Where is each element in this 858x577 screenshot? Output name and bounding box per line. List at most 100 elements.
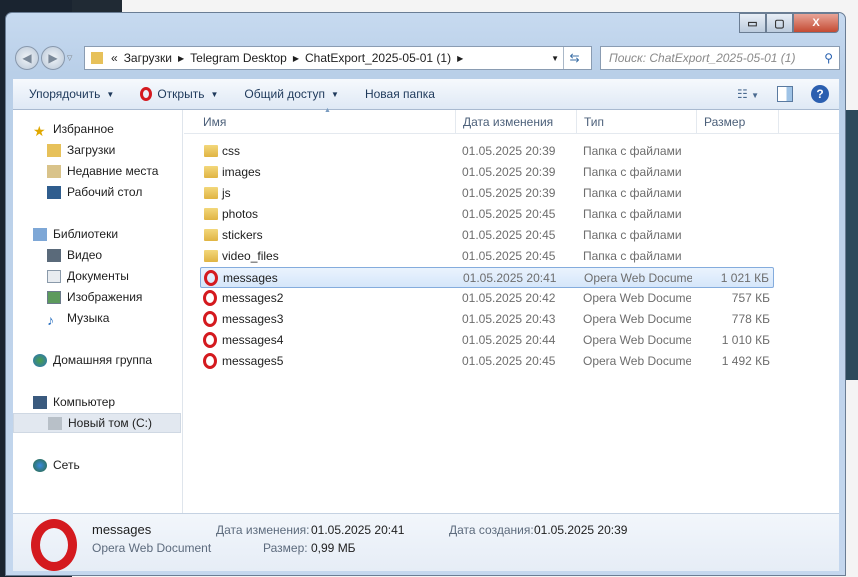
- view-options-icon[interactable]: ☷ ▼: [737, 87, 759, 101]
- new-folder-button[interactable]: Новая папка: [365, 87, 435, 101]
- nav-images[interactable]: Изображения: [13, 287, 181, 307]
- recent-places-icon: [47, 164, 61, 178]
- column-type[interactable]: Тип: [584, 115, 604, 129]
- search-placeholder: Поиск: ChatExport_2025-05-01 (1): [609, 51, 796, 65]
- share-button[interactable]: Общий доступ ▼: [244, 87, 339, 101]
- opera-icon: [31, 519, 77, 571]
- file-row[interactable]: video_files 01.05.2025 20:45 Папка с фай…: [200, 246, 774, 267]
- organize-button[interactable]: Упорядочить ▼: [29, 87, 114, 101]
- folder-icon: [204, 145, 218, 157]
- file-row[interactable]: images 01.05.2025 20:39 Папка с файлами: [200, 162, 774, 183]
- file-name: video_files: [222, 249, 279, 263]
- folder-icon: [204, 208, 218, 220]
- nav-network[interactable]: Сеть: [13, 455, 181, 475]
- minimize-button[interactable]: ▭: [739, 13, 766, 33]
- file-type: Папка с файлами: [583, 249, 682, 263]
- file-list: Имя ▲ Дата изменения Тип Размер css 01.0…: [184, 107, 839, 513]
- nav-label: Изображения: [67, 290, 143, 304]
- column-date[interactable]: Дата изменения: [463, 115, 553, 129]
- column-size[interactable]: Размер: [704, 115, 745, 129]
- explorer-window: ▭ ▢ X ◀ ▶ ▽ « Загрузки ▶ Telegram Desktop…: [5, 12, 846, 576]
- documents-icon: [47, 269, 61, 283]
- nav-libraries[interactable]: Библиотеки: [13, 224, 181, 244]
- open-button[interactable]: Открыть ▼: [140, 87, 218, 101]
- share-label: Общий доступ: [244, 87, 326, 101]
- file-size: 1 492 КБ: [721, 354, 770, 368]
- nav-drive-c[interactable]: Новый том (C:): [13, 413, 181, 433]
- file-row[interactable]: messages2 01.05.2025 20:42 Opera Web Doc…: [200, 288, 774, 309]
- search-icon[interactable]: ⚲: [824, 51, 833, 65]
- forward-button[interactable]: ▶: [41, 46, 65, 70]
- breadcrumb-telegram[interactable]: Telegram Desktop: [190, 51, 287, 65]
- nav-favorites[interactable]: ★ Избранное: [13, 119, 181, 139]
- details-size: 0,99 МБ: [311, 541, 356, 555]
- file-row[interactable]: photos 01.05.2025 20:45 Папка с файлами: [200, 204, 774, 225]
- file-row[interactable]: messages3 01.05.2025 20:43 Opera Web Doc…: [200, 309, 774, 330]
- breadcrumb-chatexport[interactable]: ChatExport_2025-05-01 (1): [305, 51, 451, 65]
- file-size: 1 021 КБ: [720, 271, 769, 285]
- file-type: Папка с файлами: [583, 186, 682, 200]
- file-size: 778 КБ: [731, 312, 770, 326]
- file-row[interactable]: css 01.05.2025 20:39 Папка с файлами: [200, 141, 774, 162]
- file-size: 1 010 КБ: [721, 333, 770, 347]
- nav-homegroup[interactable]: Домашняя группа: [13, 350, 181, 370]
- nav-video[interactable]: Видео: [13, 245, 181, 265]
- maximize-button[interactable]: ▢: [766, 13, 793, 33]
- homegroup-icon: [33, 353, 47, 367]
- opera-icon: [204, 270, 218, 286]
- opera-icon: [203, 290, 217, 306]
- nav-label: Новый том (C:): [68, 416, 152, 430]
- chevron-right-icon[interactable]: ▶: [178, 54, 184, 63]
- nav-computer[interactable]: Компьютер: [13, 392, 181, 412]
- details-modified: 01.05.2025 20:41: [311, 523, 405, 537]
- downloads-folder-icon: [47, 143, 61, 157]
- file-name: photos: [222, 207, 259, 221]
- folder-icon: [204, 250, 218, 262]
- nav-music[interactable]: ♪ Музыка: [13, 308, 181, 328]
- file-date: 01.05.2025 20:39: [462, 186, 556, 200]
- file-date: 01.05.2025 20:45: [462, 207, 556, 221]
- file-type: Opera Web Document: [583, 291, 691, 305]
- search-input[interactable]: Поиск: ChatExport_2025-05-01 (1) ⚲: [600, 46, 840, 70]
- file-name: messages5: [222, 354, 284, 368]
- folder-icon: [204, 187, 218, 199]
- details-created-label: Дата создания:: [449, 523, 534, 537]
- history-dropdown-icon[interactable]: ▽: [67, 54, 72, 62]
- file-name: messages2: [222, 291, 284, 305]
- file-name: stickers: [222, 228, 263, 242]
- address-overflow[interactable]: «: [111, 51, 118, 65]
- back-button[interactable]: ◀: [15, 46, 39, 70]
- file-date: 01.05.2025 20:45: [462, 228, 556, 242]
- nav-recent[interactable]: Недавние места: [13, 161, 181, 181]
- file-date: 01.05.2025 20:39: [462, 165, 556, 179]
- preview-pane-icon[interactable]: [777, 86, 793, 102]
- file-row[interactable]: messages4 01.05.2025 20:44 Opera Web Doc…: [200, 330, 774, 351]
- address-bar[interactable]: « Загрузки ▶ Telegram Desktop ▶ ChatExport…: [84, 46, 592, 70]
- file-type: Папка с файлами: [583, 228, 682, 242]
- file-row[interactable]: messages 01.05.2025 20:41 Opera Web Docu…: [200, 267, 774, 288]
- nav-downloads[interactable]: Загрузки: [13, 140, 181, 160]
- details-file-type: Opera Web Document: [92, 541, 212, 555]
- star-icon: ★: [33, 122, 46, 139]
- close-button[interactable]: X: [793, 13, 839, 33]
- navigation-pane: ★ Избранное Загрузки Недавние места Рабоч…: [13, 110, 183, 513]
- column-headers: Имя ▲ Дата изменения Тип Размер: [184, 107, 839, 134]
- file-row[interactable]: js 01.05.2025 20:39 Папка с файлами: [200, 183, 774, 204]
- file-date: 01.05.2025 20:39: [462, 144, 556, 158]
- chevron-right-icon[interactable]: ▶: [457, 54, 463, 63]
- nav-desktop[interactable]: Рабочий стол: [13, 182, 181, 202]
- chevron-right-icon[interactable]: ▶: [293, 54, 299, 63]
- file-type: Папка с файлами: [583, 165, 682, 179]
- breadcrumb-downloads[interactable]: Загрузки: [124, 51, 172, 65]
- file-row[interactable]: messages5 01.05.2025 20:45 Opera Web Doc…: [200, 351, 774, 372]
- folder-icon: [204, 229, 218, 241]
- address-dropdown-icon[interactable]: ▼: [551, 54, 559, 63]
- file-row[interactable]: stickers 01.05.2025 20:45 Папка с файлам…: [200, 225, 774, 246]
- details-pane: messages Opera Web Document Дата изменен…: [13, 513, 839, 571]
- refresh-icon[interactable]: ⇆: [563, 47, 585, 69]
- column-name[interactable]: Имя: [203, 115, 226, 129]
- nav-label: Видео: [67, 248, 103, 262]
- sort-ascending-icon: ▲: [324, 107, 331, 114]
- nav-documents[interactable]: Документы: [13, 266, 181, 286]
- help-icon[interactable]: ?: [811, 85, 829, 103]
